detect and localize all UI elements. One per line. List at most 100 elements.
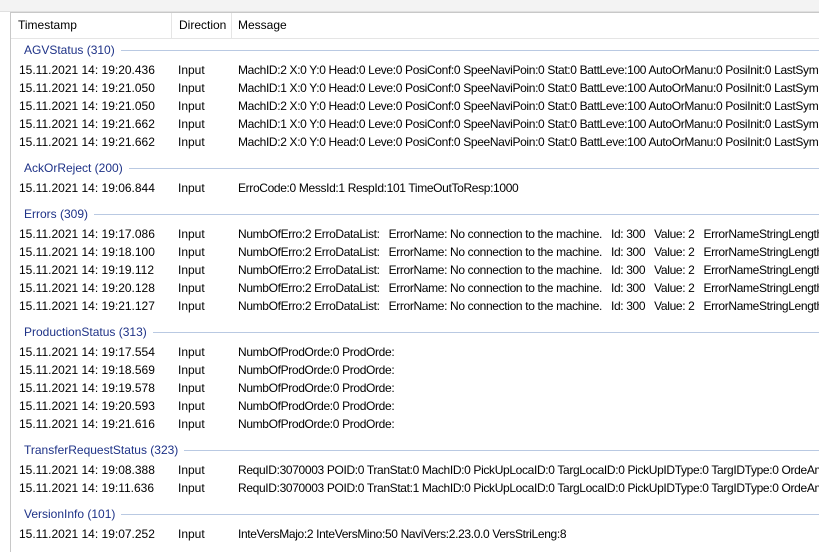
message-cell: NumbOfProdOrde:0 ProdOrde: [238,363,395,377]
message-cell: MachID:1 X:0 Y:0 Head:0 Leve:0 PosiConf:… [238,117,819,131]
list-item[interactable]: 15.11.2021 14: 19:11.636 Input RequID:3070… [11,479,819,497]
group-header[interactable]: ProductionStatus (313) [11,321,819,343]
group-divider [184,450,819,451]
direction-cell: Input [178,345,205,359]
list-item[interactable]: 15.11.2021 14: 19:21.662 Input MachID:1 X:… [11,115,819,133]
message-cell: RequID:3070003 POID:0 TranStat:1 MachID:… [238,481,819,495]
timestamp-cell: 15.11.2021 14: 19:21.050 [19,99,155,113]
message-cell: NumbOfProdOrde:0 ProdOrde: [238,381,395,395]
timestamp-cell: 15.11.2021 14: 19:21.662 [19,135,155,149]
list-item[interactable]: 15.11.2021 14: 19:20.593 Input NumbOfProdO… [11,397,819,415]
direction-cell: Input [178,281,205,295]
list-item[interactable]: 15.11.2021 14: 19:08.388 Input RequID:3070… [11,461,819,479]
direction-cell: Input [178,363,205,377]
group-title: AckOrReject (200) [24,161,123,175]
timestamp-cell: 15.11.2021 14: 19:19.112 [19,263,155,277]
direction-cell: Input [178,117,205,131]
message-cell: MachID:2 X:0 Y:0 Head:0 Leve:0 PosiConf:… [238,135,819,149]
timestamp-cell: 15.11.2021 14: 19:07.252 [19,527,155,541]
list-item[interactable]: 15.11.2021 14: 19:17.086 Input NumbOfErro:… [11,225,819,243]
message-cell: RequID:3070003 POID:0 TranStat:0 MachID:… [238,463,819,477]
group-divider [94,214,819,215]
direction-cell: Input [178,263,205,277]
group-divider [120,50,819,51]
timestamp-cell: 15.11.2021 14: 19:08.388 [19,463,155,477]
list-item[interactable]: 15.11.2021 14: 19:17.554 Input NumbOfProdO… [11,343,819,361]
direction-cell: Input [178,381,205,395]
direction-cell: Input [178,299,205,313]
group-header[interactable]: TransferRequestStatus (323) [11,439,819,461]
timestamp-cell: 15.11.2021 14: 19:21.127 [19,299,155,313]
group-header[interactable]: VersionInfo (101) [11,503,819,525]
group-title: TransferRequestStatus (323) [24,443,179,457]
list-item[interactable]: 15.11.2021 14: 19:19.112 Input NumbOfErro:… [11,261,819,279]
group-header[interactable]: AGVStatus (310) [11,39,819,61]
direction-cell: Input [178,463,205,477]
group-title: VersionInfo (101) [24,507,116,521]
timestamp-cell: 15.11.2021 14: 19:21.662 [19,117,155,131]
list-item[interactable]: 15.11.2021 14: 19:21.662 Input MachID:2 X:… [11,133,819,151]
group-title: AGVStatus (310) [24,43,115,57]
group-title: Errors (309) [24,207,89,221]
list-item[interactable]: 15.11.2021 14: 19:18.569 Input NumbOfProdO… [11,361,819,379]
timestamp-cell: 15.11.2021 14: 19:20.593 [19,399,155,413]
group-divider [152,332,819,333]
app-window: Timestamp Direction Message AGVStatus (3… [0,0,819,552]
timestamp-cell: 15.11.2021 14: 19:18.569 [19,363,155,377]
timestamp-cell: 15.11.2021 14: 19:21.616 [19,417,155,431]
direction-cell: Input [178,527,205,541]
direction-cell: Input [178,99,205,113]
group-header[interactable]: AckOrReject (200) [11,157,819,179]
direction-cell: Input [178,245,205,259]
timestamp-cell: 15.11.2021 14: 19:17.554 [19,345,155,359]
message-cell: NumbOfProdOrde:0 ProdOrde: [238,417,395,431]
list-item[interactable]: 15.11.2021 14: 19:21.050 Input MachID:2 X:… [11,97,819,115]
list-item[interactable]: 15.11.2021 14: 19:07.252 Input InteVersMaj… [11,525,819,543]
message-cell: MachID:2 X:0 Y:0 Head:0 Leve:0 PosiConf:… [238,99,819,113]
column-header-timestamp[interactable]: Timestamp [11,13,171,38]
timestamp-cell: 15.11.2021 14: 19:11.636 [19,481,155,495]
direction-cell: Input [178,181,205,195]
timestamp-cell: 15.11.2021 14: 19:19.578 [19,381,155,395]
group-divider [128,168,819,169]
list-item[interactable]: 15.11.2021 14: 19:19.578 Input NumbOfProdO… [11,379,819,397]
timestamp-cell: 15.11.2021 14: 19:21.050 [19,81,155,95]
message-cell: ErroCode:0 MessId:1 RespId:101 TimeOutTo… [238,181,519,195]
timestamp-cell: 15.11.2021 14: 19:20.128 [19,281,155,295]
message-cell: NumbOfErro:2 ErroDataList: ErrorName: No… [238,299,819,313]
direction-cell: Input [178,227,205,241]
toolbar-strip [0,0,819,12]
direction-cell: Input [178,63,205,77]
list-item[interactable]: 15.11.2021 14: 19:21.616 Input NumbOfProdO… [11,415,819,433]
list-body: AGVStatus (310) 15.11.2021 14: 19:20.436 I… [11,39,819,549]
timestamp-cell: 15.11.2021 14: 19:18.100 [19,245,155,259]
message-cell: NumbOfErro:2 ErroDataList: ErrorName: No… [238,245,819,259]
list-item[interactable]: 15.11.2021 14: 19:21.050 Input MachID:1 X:… [11,79,819,97]
list-item[interactable]: 15.11.2021 14: 19:06.844 Input ErroCode:0 … [11,179,819,197]
column-header-row: Timestamp Direction Message [11,13,819,39]
group-title: ProductionStatus (313) [24,325,147,339]
message-cell: NumbOfErro:2 ErroDataList: ErrorName: No… [238,227,819,241]
timestamp-cell: 15.11.2021 14: 19:06.844 [19,181,155,195]
message-cell: NumbOfErro:2 ErroDataList: ErrorName: No… [238,263,819,277]
direction-cell: Input [178,417,205,431]
list-item[interactable]: 15.11.2021 14: 19:18.100 Input NumbOfErro:… [11,243,819,261]
message-cell: NumbOfErro:2 ErroDataList: ErrorName: No… [238,281,819,295]
timestamp-cell: 15.11.2021 14: 19:17.086 [19,227,155,241]
direction-cell: Input [178,399,205,413]
list-item[interactable]: 15.11.2021 14: 19:21.127 Input NumbOfErro:… [11,297,819,315]
message-cell: NumbOfProdOrde:0 ProdOrde: [238,345,395,359]
message-cell: MachID:2 X:0 Y:0 Head:0 Leve:0 PosiConf:… [238,63,819,77]
list-item[interactable]: 15.11.2021 14: 19:20.436 Input MachID:2 X:… [11,61,819,79]
direction-cell: Input [178,135,205,149]
message-cell: MachID:1 X:0 Y:0 Head:0 Leve:0 PosiConf:… [238,81,819,95]
message-list-view[interactable]: Timestamp Direction Message AGVStatus (3… [10,12,819,552]
column-header-message[interactable]: Message [231,13,819,38]
group-header[interactable]: Errors (309) [11,203,819,225]
list-item[interactable]: 15.11.2021 14: 19:20.128 Input NumbOfErro:… [11,279,819,297]
direction-cell: Input [178,481,205,495]
group-divider [121,514,819,515]
column-header-direction[interactable]: Direction [171,13,231,38]
message-cell: NumbOfProdOrde:0 ProdOrde: [238,399,395,413]
